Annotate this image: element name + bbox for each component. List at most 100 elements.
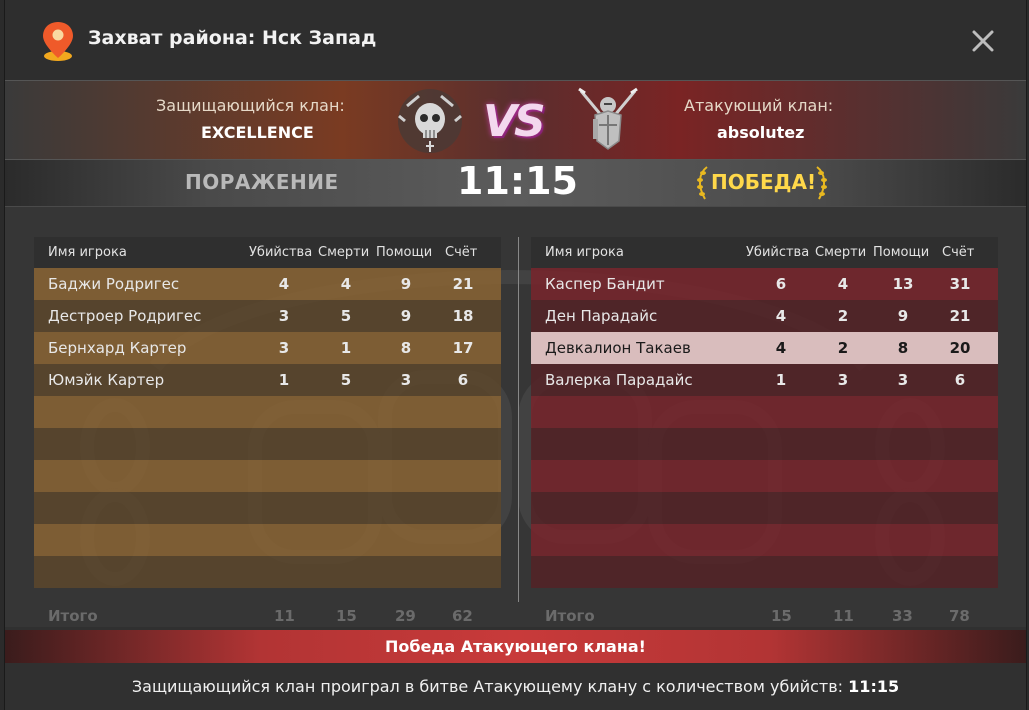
kills-cell: 1 [775, 371, 787, 389]
assists-cell: 9 [400, 307, 412, 325]
table-row[interactable]: Ден Парадайс 4 2 9 21 [531, 300, 998, 332]
kills-cell: 6 [775, 275, 787, 293]
assists-cell: 9 [400, 275, 412, 293]
col-kills: Убийства [746, 245, 810, 260]
laurel-icon [816, 166, 827, 200]
deaths-cell: 3 [837, 371, 849, 389]
totals-label: Итого [545, 607, 595, 625]
assists-cell: 3 [897, 371, 909, 389]
col-score: Счёт [942, 245, 975, 260]
score-cell: 6 [954, 371, 966, 389]
empty-row [531, 460, 998, 492]
defender-table: Имя игрока Убийства Смерти Помощи Счёт Б… [34, 237, 501, 598]
result-bar: ПОРАЖЕНИЕ 11:15 ПОБЕДА! [5, 159, 1026, 207]
clan-battle-window: Захват района: Нск Запад Защищающийся кл… [4, 0, 1027, 710]
table-row[interactable]: Каспер Бандит 6 4 13 31 [531, 268, 998, 300]
score-cell: 31 [949, 275, 971, 293]
table-row-highlighted[interactable]: Девкалион Такаев 4 2 8 20 [531, 332, 998, 364]
player-name: Девкалион Такаев [545, 339, 691, 357]
col-assists: Помощи [376, 245, 433, 260]
defeat-label: ПОРАЖЕНИЕ [185, 170, 339, 194]
totals-kills: 11 [274, 607, 295, 625]
close-icon[interactable] [968, 26, 998, 56]
col-deaths: Смерти [318, 245, 370, 260]
score-cell: 6 [457, 371, 469, 389]
player-name: Баджи Родригес [48, 275, 180, 293]
score-cell: 17 [452, 339, 474, 357]
kill-score: 11:15 [457, 159, 578, 203]
kills-cell: 3 [278, 307, 290, 325]
player-name: Дестроер Родригес [48, 307, 202, 325]
table-divider [518, 237, 519, 602]
kills-cell: 3 [278, 339, 290, 357]
summary-text: Защищающийся клан проиграл в битве Атаку… [131, 677, 844, 696]
score-cell: 21 [949, 307, 971, 325]
laurel-icon [697, 166, 708, 200]
empty-row [34, 556, 501, 588]
totals-deaths: 11 [833, 607, 854, 625]
clans-banner: Защищающийся клан: EXCELLENCE VS Атакующ… [5, 81, 1026, 160]
player-name: Юмэйк Картер [48, 371, 165, 389]
defender-clan-name: EXCELLENCE [201, 123, 314, 142]
victory-banner: Победа Атакующего клана! [5, 630, 1026, 663]
attacker-clan-name: absolutez [717, 123, 805, 142]
totals-score: 78 [949, 607, 970, 625]
table-row[interactable]: Бернхард Картер 3 1 8 17 [34, 332, 501, 364]
attacker-table: Имя игрока Убийства Смерти Помощи Счёт К… [531, 237, 998, 598]
summary-value: 11:15 [848, 677, 900, 696]
empty-row [531, 428, 998, 460]
deaths-cell: 1 [340, 339, 352, 357]
victory-label: ПОБЕДА! [711, 170, 817, 194]
deaths-cell: 2 [837, 339, 849, 357]
player-name: Ден Парадайс [545, 307, 658, 325]
col-deaths: Смерти [815, 245, 867, 260]
table-row[interactable]: Юмэйк Картер 1 5 3 6 [34, 364, 501, 396]
title-bar: Захват района: Нск Запад [5, 0, 1026, 81]
col-assists: Помощи [873, 245, 930, 260]
deaths-cell: 2 [837, 307, 849, 325]
player-name: Бернхард Картер [48, 339, 187, 357]
assists-cell: 13 [892, 275, 914, 293]
col-player: Имя игрока [545, 245, 624, 260]
vs-label: VS [483, 96, 546, 147]
totals-score: 62 [452, 607, 473, 625]
table-row[interactable]: Баджи Родригес 4 4 9 21 [34, 268, 501, 300]
empty-row [34, 460, 501, 492]
table-row[interactable]: Валерка Парадайс 1 3 3 6 [531, 364, 998, 396]
col-score: Счёт [445, 245, 478, 260]
assists-cell: 8 [400, 339, 412, 357]
knight-shield-icon [578, 87, 638, 150]
deaths-cell: 4 [837, 275, 849, 293]
map-pin-icon [43, 22, 73, 61]
empty-row [531, 556, 998, 588]
battle-summary: Защищающийся клан проиграл в битве Атаку… [5, 677, 1026, 696]
empty-row [34, 524, 501, 556]
totals-assists: 33 [892, 607, 913, 625]
col-player: Имя игрока [48, 245, 127, 260]
totals-assists: 29 [395, 607, 416, 625]
player-name: Валерка Парадайс [545, 371, 693, 389]
player-name: Каспер Бандит [545, 275, 665, 293]
assists-cell: 9 [897, 307, 909, 325]
assists-cell: 8 [897, 339, 909, 357]
empty-row [34, 428, 501, 460]
totals-deaths: 15 [336, 607, 357, 625]
deaths-cell: 5 [340, 307, 352, 325]
kills-cell: 4 [278, 275, 290, 293]
kills-cell: 4 [775, 307, 787, 325]
empty-row [34, 492, 501, 524]
deaths-cell: 5 [340, 371, 352, 389]
empty-row [34, 396, 501, 428]
scoreboard-area: Имя игрока Убийства Смерти Помощи Счёт Б… [5, 207, 1026, 627]
score-cell: 18 [452, 307, 474, 325]
defender-label: Защищающийся клан: [156, 96, 345, 115]
window-title: Захват района: Нск Запад [88, 27, 377, 49]
deaths-cell: 4 [340, 275, 352, 293]
defender-table-header: Имя игрока Убийства Смерти Помощи Счёт [34, 237, 501, 268]
table-row[interactable]: Дестроер Родригес 3 5 9 18 [34, 300, 501, 332]
col-kills: Убийства [249, 245, 313, 260]
attacker-table-header: Имя игрока Убийства Смерти Помощи Счёт [531, 237, 998, 268]
empty-row [531, 524, 998, 556]
score-cell: 21 [452, 275, 474, 293]
attacker-label: Атакующий клан: [684, 96, 834, 115]
